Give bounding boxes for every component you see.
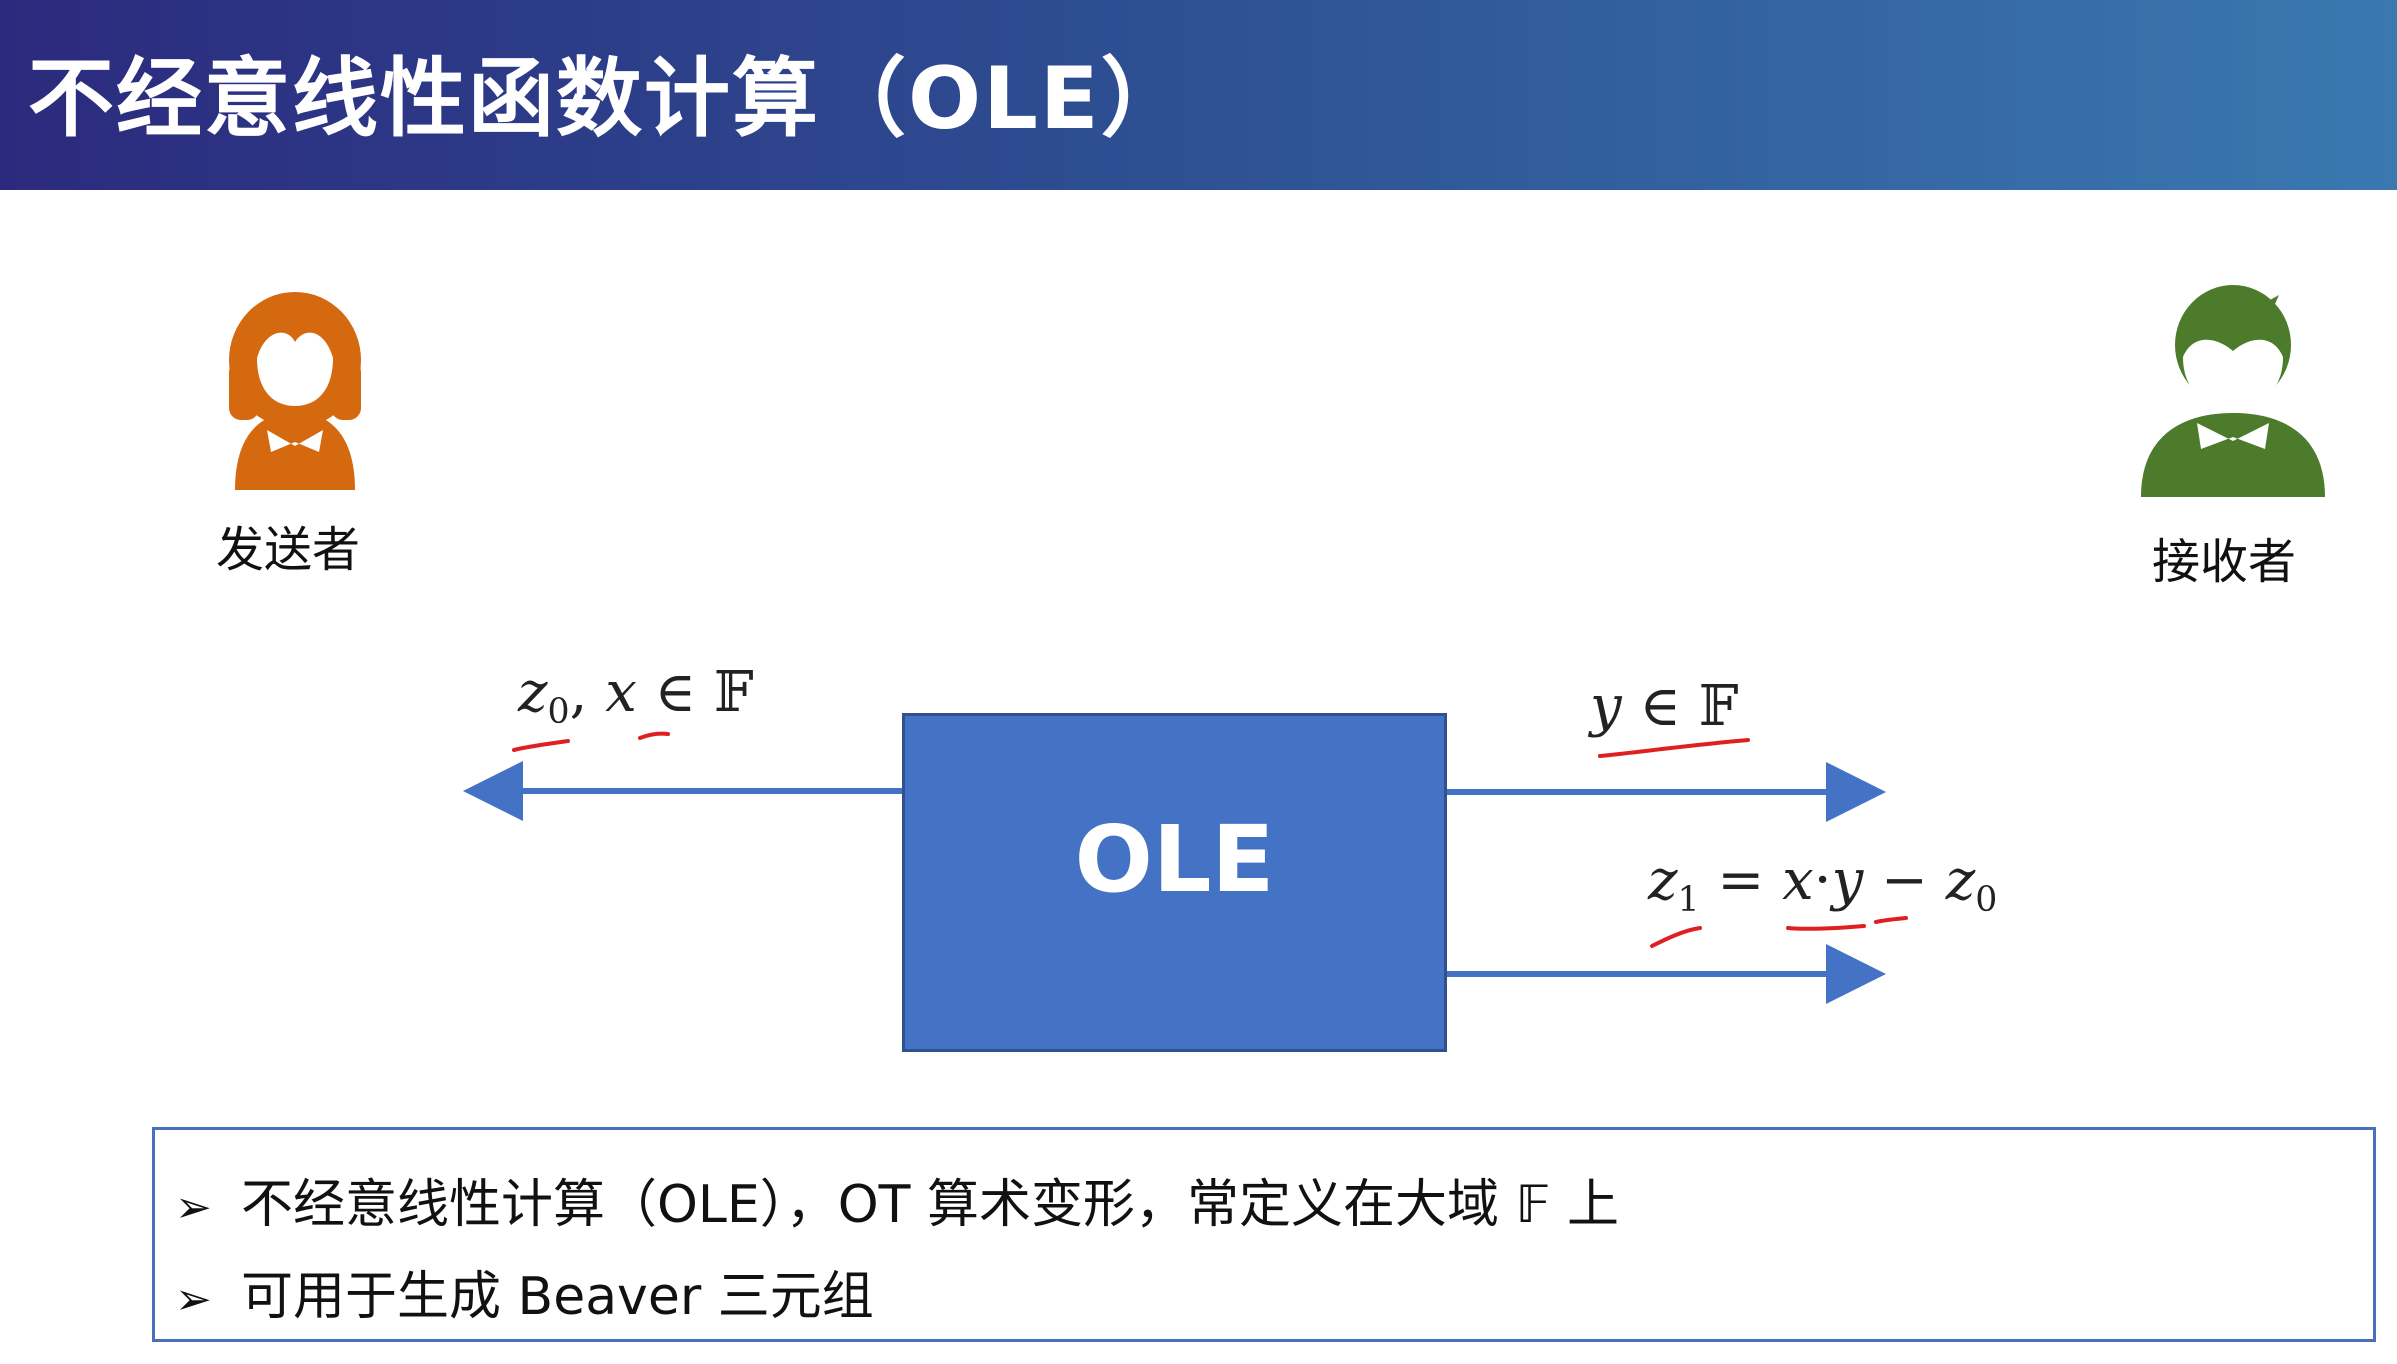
underline-x-dot (1786, 924, 1866, 931)
receiver-output-formula: z1 = x·y − z0 (1648, 848, 1998, 921)
arrow-bullet-icon: ➢ (175, 1274, 212, 1325)
underline-z0 (512, 739, 570, 752)
note-item-2-text: 可用于生成 Beaver 三元组 (241, 1267, 874, 1327)
underline-y-in-f (1598, 738, 1750, 758)
underline-x (638, 731, 670, 740)
ole-box-label: OLE (1074, 806, 1275, 913)
receiver-input-formula: y ∈ 𝔽 (1590, 674, 1739, 739)
notes-box: ➢ 不经意线性计算（OLE），OT 算术变形，常定义在大域 𝔽 上 ➢ 可用于生成 … (152, 1127, 2376, 1342)
note-item-2: ➢ 可用于生成 Beaver 三元组 (175, 1254, 874, 1329)
underline-z1 (1650, 926, 1702, 948)
note-item-1: ➢ 不经意线性计算（OLE），OT 算术变形，常定义在大域 𝔽 上 (175, 1162, 1619, 1237)
arrow-bullet-icon: ➢ (175, 1182, 212, 1233)
note-item-1-text: 不经意线性计算（OLE），OT 算术变形，常定义在大域 𝔽 上 (241, 1175, 1620, 1235)
ole-functionality-box: OLE (902, 713, 1447, 1052)
sender-output-formula: z0, x ∈ 𝔽 (518, 660, 754, 733)
